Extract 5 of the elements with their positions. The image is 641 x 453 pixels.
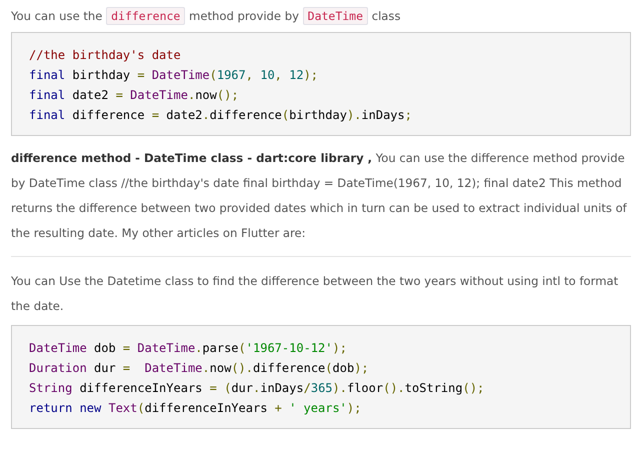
code-block: //the birthday's date final birthday = DateTime(1967, 10, 12); final date2 = DateTime.now(); final difference = date2.difference(birthday).inDays;: [11, 32, 631, 136]
intro-sentence: You can use the difference method provide by DateTime class: [11, 6, 402, 27]
snippet-paragraph: difference method - DateTime class - dart:core library , You can use the difference method provide by DateTime class //the birthday's date final birthday = DateTime(1967, 10, 12); final date2 This method returns the difference between two provided dates which in turn can be used to extract individual units of the resulting date. My other articles on Flutter are:: [11, 150, 628, 242]
answer-paragraph: You can Use the Datetime class to find the difference between the two years without using intl to format the date.: [11, 273, 620, 315]
code-block: DateTime dob = DateTime.parse('1967-10-12'); Duration dur = DateTime.now().difference(dob); String differenceInYears = (dur.inDays/365).floor().toString(); return new Text(differenceInYears + ' years');: [11, 325, 631, 429]
